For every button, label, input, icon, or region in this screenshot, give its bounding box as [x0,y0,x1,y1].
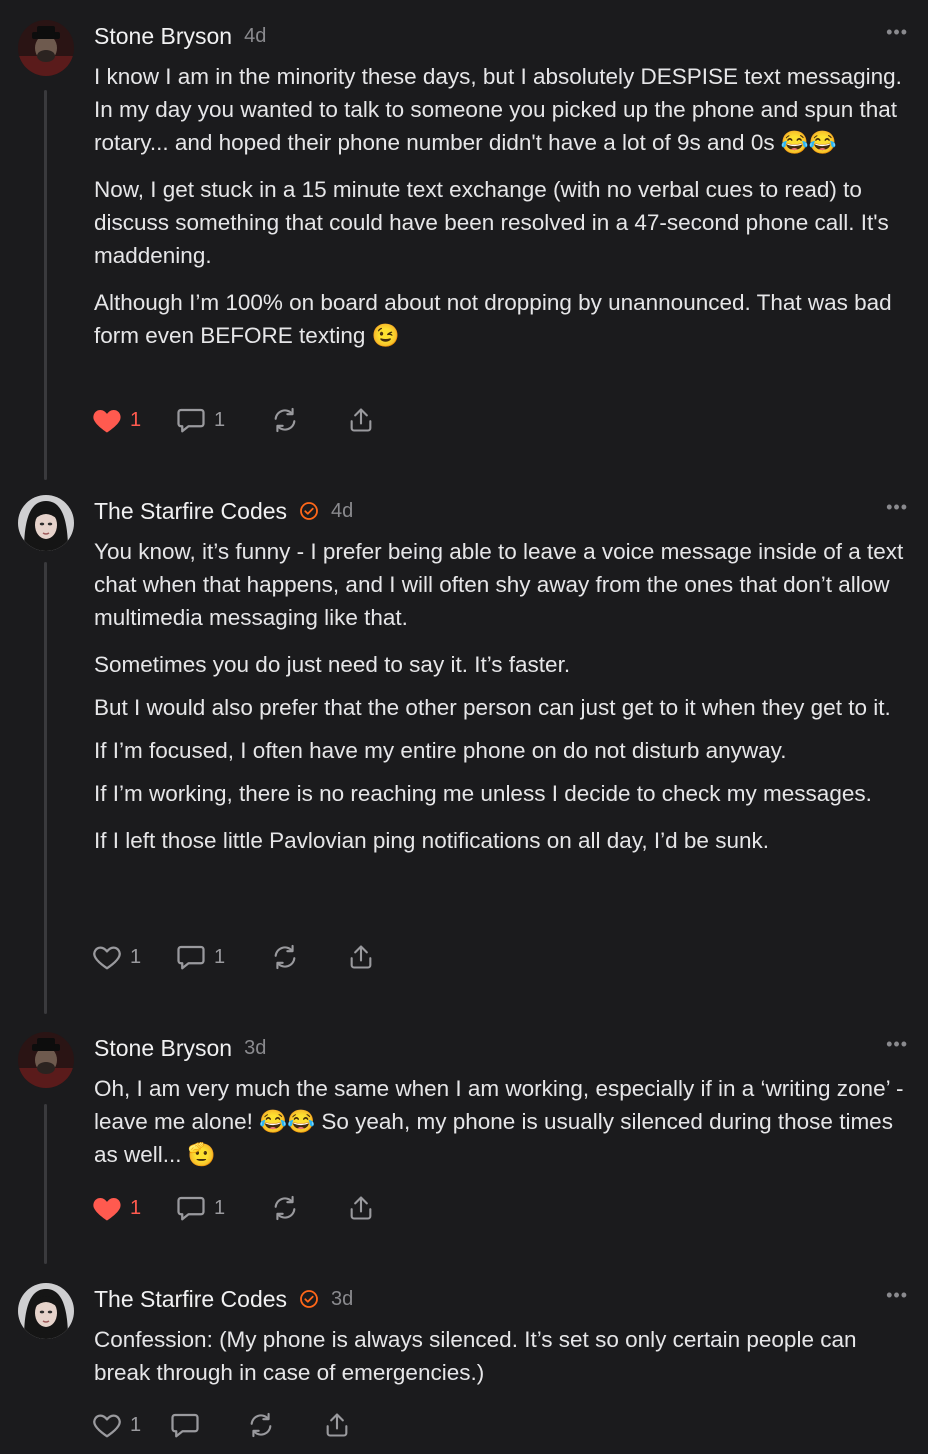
like-button[interactable]: 1 [92,406,176,434]
comment-paragraph: I know I am in the minority these days, … [94,64,902,155]
verified-badge-icon [299,501,319,521]
timestamp[interactable]: 3d [331,1288,353,1311]
avatar[interactable] [18,495,74,551]
comment-paragraph: But I would also prefer that the other p… [94,695,891,720]
comment-actions: 1 1 [92,1192,376,1224]
reply-button[interactable] [170,1411,246,1439]
reply-count: 1 [214,1196,226,1219]
like-button[interactable]: 1 [92,943,176,971]
comment-body: Oh, I am very much the same when I am wo… [94,1072,910,1185]
like-count: 1 [130,1196,142,1219]
share-button[interactable] [346,943,376,971]
thread-line [44,1104,47,1264]
thread-line [44,90,47,480]
restack-button[interactable] [270,406,346,434]
author-name[interactable]: Stone Bryson [94,1035,232,1062]
reply-button[interactable]: 1 [176,1194,270,1222]
reply-count: 1 [214,408,226,431]
more-options-icon[interactable]: ••• [886,1034,908,1055]
comment-paragraph: If I left those little Pavlovian ping no… [94,828,769,853]
heart-filled-icon [93,1198,121,1221]
like-count: 1 [130,408,142,431]
reply-count: 1 [214,945,226,968]
comment-bubble-icon [177,945,205,970]
comment-bubble-icon [171,1413,199,1438]
comment-header: Stone Bryson 4d [94,20,266,52]
restack-icon [274,944,296,970]
author-name[interactable]: The Starfire Codes [94,498,287,525]
timestamp[interactable]: 4d [244,25,266,48]
comment-body: I know I am in the minority these days, … [94,60,910,366]
restack-icon [274,1195,296,1221]
more-options-icon[interactable]: ••• [886,22,908,43]
share-icon [326,1413,348,1437]
reply-button[interactable]: 1 [176,943,270,971]
like-button[interactable]: 1 [92,1411,170,1439]
comment-header: Stone Bryson 3d [94,1032,266,1064]
avatar[interactable] [18,20,74,76]
comment-paragraph: Although I’m 100% on board about not dro… [94,290,892,348]
restack-icon [250,1412,272,1438]
verified-badge-icon [299,1289,319,1309]
timestamp[interactable]: 3d [244,1037,266,1060]
more-options-icon[interactable]: ••• [886,1285,908,1306]
author-name[interactable]: The Starfire Codes [94,1286,287,1313]
share-button[interactable] [322,1411,352,1439]
like-button[interactable]: 1 [92,1194,176,1222]
comment-paragraph: If I’m working, there is no reaching me … [94,781,872,806]
comment-paragraph: Sometimes you do just need to say it. It… [94,652,571,677]
like-count: 1 [130,945,142,968]
restack-icon [274,407,296,433]
avatar[interactable] [18,1283,74,1339]
restack-button[interactable] [246,1411,322,1439]
author-name[interactable]: Stone Bryson [94,23,232,50]
comment-actions: 1 1 [92,404,376,436]
share-icon [350,408,372,432]
comment-paragraph: Now, I get stuck in a 15 minute text exc… [94,177,889,268]
comment-paragraph: If I’m focused, I often have my entire p… [94,738,787,763]
share-icon [350,1196,372,1220]
comment-body: Confession: (My phone is always silenced… [94,1323,910,1403]
comment-bubble-icon [177,1196,205,1221]
comment-paragraph: Confession: (My phone is always silenced… [94,1327,857,1385]
heart-outline-icon [93,1414,121,1438]
comment-header: The Starfire Codes 3d [94,1283,353,1315]
heart-filled-icon [93,410,121,433]
comment-body: You know, it’s funny - I prefer being ab… [94,535,910,871]
thread-line [44,562,47,1014]
share-icon [350,945,372,969]
comment-actions: 1 [92,1409,352,1441]
like-count: 1 [130,1413,142,1436]
share-button[interactable] [346,1194,376,1222]
comment-actions: 1 1 [92,941,376,973]
timestamp[interactable]: 4d [331,500,353,523]
share-button[interactable] [346,406,376,434]
comment-paragraph: Oh, I am very much the same when I am wo… [94,1076,904,1167]
restack-button[interactable] [270,943,346,971]
comment-header: The Starfire Codes 4d [94,495,353,527]
avatar[interactable] [18,1032,74,1088]
more-options-icon[interactable]: ••• [886,497,908,518]
reply-button[interactable]: 1 [176,406,270,434]
comment-paragraph: You know, it’s funny - I prefer being ab… [94,539,904,630]
restack-button[interactable] [270,1194,346,1222]
comment-bubble-icon [177,408,205,433]
heart-outline-icon [93,946,121,970]
